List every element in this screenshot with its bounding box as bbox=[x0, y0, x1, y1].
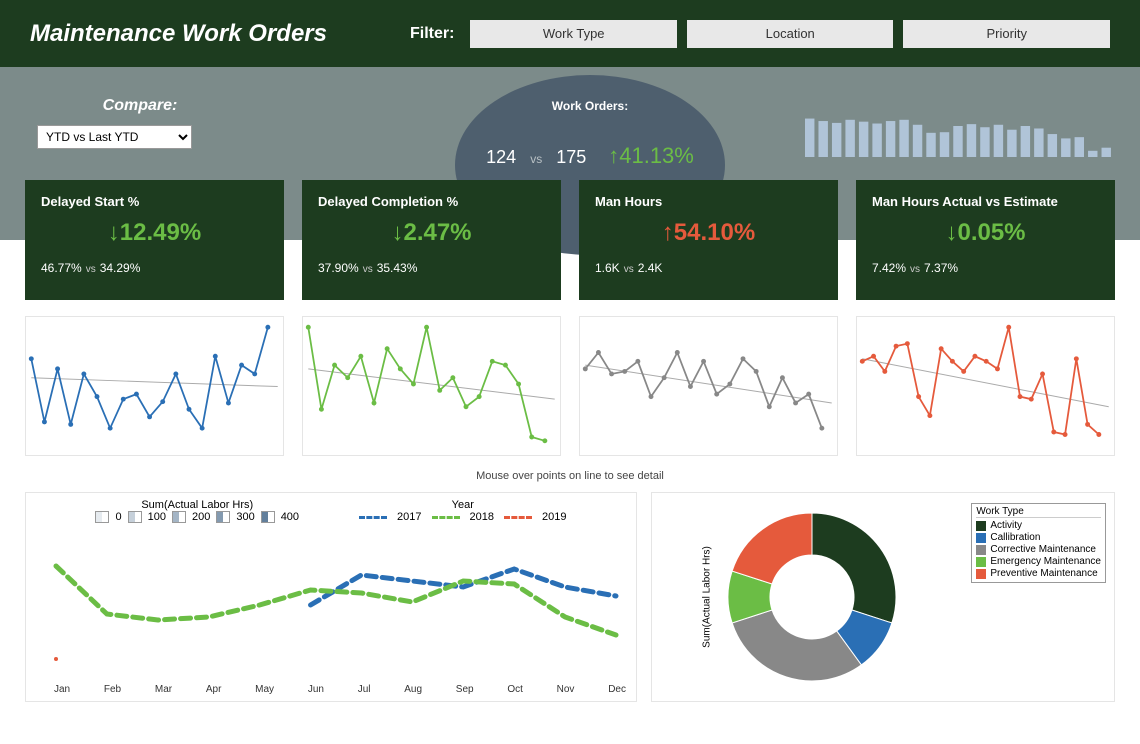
month-label: Jun bbox=[308, 684, 324, 695]
month-label: Apr bbox=[206, 684, 222, 695]
card-compare: 46.77%vs34.29% bbox=[41, 261, 268, 275]
year-title: Year bbox=[359, 499, 566, 511]
donut-legend-title: Work Type bbox=[976, 506, 1101, 518]
header-bar: Maintenance Work Orders Filter: Work Typ… bbox=[0, 0, 1140, 67]
donut-ylabel: Sum(Actual Labor Hrs) bbox=[701, 546, 712, 648]
work-type-donut[interactable] bbox=[712, 497, 912, 697]
wo-vs: vs bbox=[530, 152, 542, 166]
scale-val: 0 bbox=[115, 511, 121, 523]
card-pct: ↓2.47% bbox=[318, 219, 545, 247]
donut-panel: Sum(Actual Labor Hrs) Work TypeActivityC… bbox=[651, 492, 1115, 702]
scale-val: 100 bbox=[148, 511, 166, 523]
card-pct: ↓0.05% bbox=[872, 219, 1099, 247]
month-label: Oct bbox=[507, 684, 523, 695]
kpi-card-2[interactable]: Man Hours ↑54.10% 1.6Kvs2.4K bbox=[579, 180, 838, 300]
donut-legend-item: Emergency Maintenance bbox=[976, 556, 1101, 567]
work-orders-title: Work Orders: bbox=[455, 99, 725, 113]
donut-legend-item: Preventive Maintenance bbox=[976, 568, 1101, 579]
year-label: 2019 bbox=[542, 511, 566, 523]
compare-box: Compare: YTD vs Last YTD bbox=[25, 97, 255, 149]
month-label: Feb bbox=[104, 684, 121, 695]
month-label: Aug bbox=[404, 684, 422, 695]
month-label: Nov bbox=[557, 684, 575, 695]
donut-legend-item: Corrective Maintenance bbox=[976, 544, 1101, 555]
card-title: Delayed Start % bbox=[41, 194, 268, 209]
donut-legend-item: Callibration bbox=[976, 532, 1101, 543]
kpi-card-1[interactable]: Delayed Completion % ↓2.47% 37.90%vs35.4… bbox=[302, 180, 561, 300]
man-hours-mini[interactable] bbox=[579, 316, 838, 456]
filter-priority[interactable]: Priority bbox=[903, 20, 1110, 48]
month-axis: Jan Feb Mar Apr May Jun Jul Aug Sep Oct Nov Dec bbox=[54, 684, 626, 695]
scale-legend: 0 100 200 300 400 bbox=[95, 511, 299, 523]
card-title: Man Hours bbox=[595, 194, 822, 209]
scale-val: 300 bbox=[236, 511, 254, 523]
month-label: Dec bbox=[608, 684, 626, 695]
year-label: 2018 bbox=[470, 511, 494, 523]
month-label: Mar bbox=[155, 684, 172, 695]
compare-select[interactable]: YTD vs Last YTD bbox=[37, 125, 192, 149]
filter-location[interactable]: Location bbox=[687, 20, 894, 48]
hover-hint: Mouse over points on line to see detail bbox=[0, 470, 1140, 482]
filter-buttons: Work Type Location Priority bbox=[470, 20, 1110, 48]
card-pct: ↑54.10% bbox=[595, 219, 822, 247]
compare-label: Compare: bbox=[25, 97, 255, 115]
scale-val: 400 bbox=[281, 511, 299, 523]
labor-trend-chart[interactable] bbox=[46, 535, 626, 675]
month-label: May bbox=[255, 684, 274, 695]
mini-charts bbox=[0, 300, 1140, 464]
labor-trend-panel: Sum(Actual Labor Hrs) 0 100 200 300 400 Year… bbox=[25, 492, 637, 702]
wo-value-b: 175 bbox=[556, 147, 586, 168]
wo-pct: ↑41.13% bbox=[608, 143, 694, 169]
lower-panels: Sum(Actual Labor Hrs) 0 100 200 300 400 Year… bbox=[0, 492, 1140, 720]
kpi-card-0[interactable]: Delayed Start % ↓12.49% 46.77%vs34.29% bbox=[25, 180, 284, 300]
year-legend: 2017 2018 2019 bbox=[359, 511, 566, 523]
page-title: Maintenance Work Orders bbox=[30, 20, 410, 48]
delayed-start-mini[interactable] bbox=[25, 316, 284, 456]
card-compare: 7.42%vs7.37% bbox=[872, 261, 1099, 275]
card-pct: ↓12.49% bbox=[41, 219, 268, 247]
kpi-cards: Delayed Start % ↓12.49% 46.77%vs34.29%De… bbox=[0, 180, 1140, 300]
scale-val: 200 bbox=[192, 511, 210, 523]
scale-title: Sum(Actual Labor Hrs) bbox=[95, 499, 299, 511]
year-label: 2017 bbox=[397, 511, 421, 523]
month-label: Jul bbox=[358, 684, 371, 695]
wo-value-a: 124 bbox=[486, 147, 516, 168]
kpi-card-3[interactable]: Man Hours Actual vs Estimate ↓0.05% 7.42… bbox=[856, 180, 1115, 300]
donut-legend-item: Activity bbox=[976, 520, 1101, 531]
month-label: Jan bbox=[54, 684, 70, 695]
delayed-completion-mini[interactable] bbox=[302, 316, 561, 456]
card-title: Man Hours Actual vs Estimate bbox=[872, 194, 1099, 209]
mh-vs-est-mini[interactable] bbox=[856, 316, 1115, 456]
donut-legend: Work Type ActivityCallibrationCorrective … bbox=[971, 503, 1106, 583]
filter-label: Filter: bbox=[410, 25, 454, 43]
card-compare: 37.90%vs35.43% bbox=[318, 261, 545, 275]
header-sparkline bbox=[805, 95, 1115, 157]
card-title: Delayed Completion % bbox=[318, 194, 545, 209]
card-compare: 1.6Kvs2.4K bbox=[595, 261, 822, 275]
month-label: Sep bbox=[456, 684, 474, 695]
filter-work-type[interactable]: Work Type bbox=[470, 20, 677, 48]
